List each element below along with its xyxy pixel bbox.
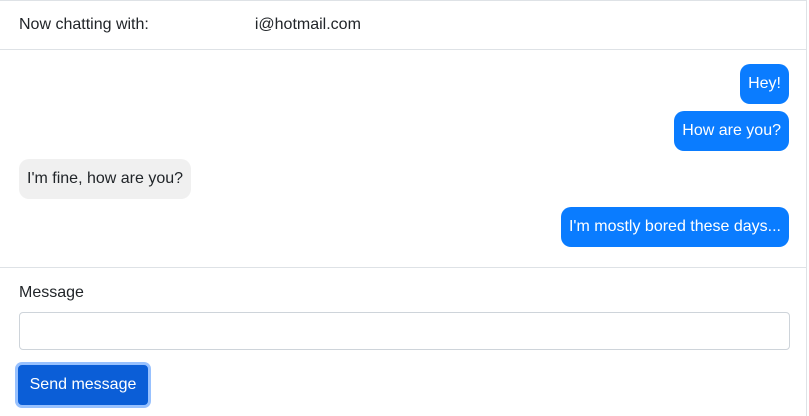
contact-email: i@hotmail.com — [254, 16, 361, 33]
chatting-with-label: Now chatting with: — [19, 16, 149, 33]
message-bubble-received: I'm fine, how are you? — [19, 159, 192, 199]
message-label: Message — [19, 284, 84, 301]
send-message-button[interactable]: Send message — [18, 365, 148, 405]
message-input[interactable] — [19, 312, 790, 350]
message-bubble-sent: Hey! — [740, 64, 789, 104]
message-composer: Message Send message — [0, 268, 807, 416]
message-bubble-sent: I'm mostly bored these days... — [560, 207, 789, 247]
chat-header: Now chatting with: i@hotmail.com — [0, 0, 807, 50]
chat-page: Now chatting with: i@hotmail.com Hey! Ho… — [0, 0, 809, 416]
message-list: Hey! How are you? I'm fine, how are you?… — [0, 50, 807, 268]
message-bubble-sent: How are you? — [674, 111, 789, 151]
